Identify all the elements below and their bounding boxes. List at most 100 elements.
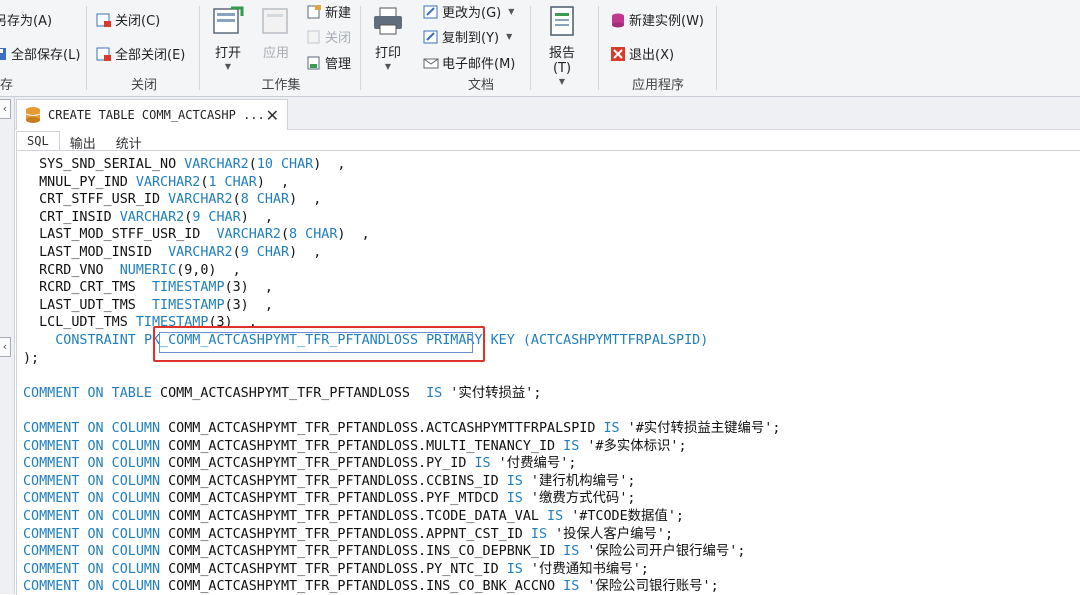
open-label: 打开	[214, 46, 241, 61]
envelope-icon	[423, 58, 439, 68]
editor-subtabs: SQL 输出 统计	[16, 131, 152, 152]
copy-to-label: 复制到(Y)	[442, 31, 500, 46]
sql-text: COMM_ACTCASHPYMT_TFR_PFTANDLOSS.MULTI_TE…	[160, 438, 564, 454]
sql-text: (	[232, 245, 241, 260]
code-line: COMMENT ON COLUMN COMM_ACTCASHPYMT_TFR_P…	[23, 455, 576, 472]
sql-keyword: CONSTRAINT	[55, 333, 136, 348]
sql-keyword: VARCHAR2	[216, 227, 281, 243]
sql-text: '#TCODE数据值';	[563, 509, 684, 524]
report-icon	[550, 6, 574, 36]
sql-text: '保险公司开户银行编号';	[579, 544, 746, 560]
manage-label: 管理	[325, 57, 352, 72]
copy-to-button[interactable]: 复制到(Y) ▼	[423, 27, 512, 46]
chevron-down-icon: ▼	[508, 7, 515, 16]
collapse-panel-button[interactable]: ‹	[0, 99, 11, 119]
sql-keyword: VARCHAR2	[168, 245, 233, 260]
sql-text: COMM_ACTCASHPYMT_TFR_PFTANDLOSS.APPNT_CS…	[160, 526, 531, 542]
sql-text: '#多实体标识';	[579, 438, 687, 454]
close-icon[interactable]: ✕	[266, 106, 279, 125]
sql-keyword: 10 CHAR	[256, 157, 314, 172]
sql-text: COMM_ACTCASHPYMT_TFR_PFTANDLOSS	[152, 385, 427, 401]
new-instance-label: 新建实例(W)	[629, 14, 704, 29]
code-line: COMMENT ON COLUMN COMM_ACTCASHPYMT_TFR_P…	[23, 578, 719, 595]
sql-keyword: IS	[506, 561, 523, 577]
change-to-icon	[423, 5, 438, 18]
print-button[interactable]: 打印 ▼	[366, 4, 410, 71]
sql-keyword: COMMENT ON COLUMN	[23, 491, 161, 507]
sql-keyword: 9 CHAR	[192, 209, 241, 225]
sql-text: '缴费方式代码';	[522, 491, 636, 507]
sql-editor[interactable]: SYS_SND_SERIAL_NO VARCHAR2(10 CHAR) , MN…	[16, 150, 1080, 595]
sql-text: LAST_UDT_TMS	[23, 297, 152, 313]
ribbon-separator	[360, 6, 361, 90]
email-button[interactable]: 电子邮件(M)	[423, 53, 515, 72]
document-tab[interactable]: CREATE TABLE COMM_ACTCASHP ... ✕	[16, 99, 288, 130]
sql-text: '实付转损益';	[442, 385, 542, 401]
sql-text: ) ,	[313, 157, 346, 172]
tab-output[interactable]: 输出	[60, 131, 106, 152]
exit-button[interactable]: 退出(X)	[610, 44, 674, 63]
tab-statistics[interactable]: 统计	[106, 131, 152, 152]
chevron-down-icon: ▼	[506, 32, 513, 41]
close-workset-button[interactable]: 关闭	[306, 27, 351, 46]
code-line: COMMENT ON COLUMN COMM_ACTCASHPYMT_TFR_P…	[23, 490, 635, 507]
sql-keyword: IS	[563, 579, 580, 595]
ribbon-separator	[86, 6, 87, 90]
sql-text: (	[248, 157, 257, 172]
apply-workset-icon	[262, 8, 288, 34]
sql-keyword: COMMENT ON COLUMN	[23, 526, 161, 542]
left-side-panel: ‹ ‹	[0, 97, 15, 594]
ribbon-toolbar: 另存为(A) 全部保存(L) 存 关闭(C) 全部关闭(E) 关闭 打开 ▼ 应…	[0, 0, 1080, 97]
sql-keyword: 8 CHAR	[289, 227, 338, 243]
apply-button[interactable]: 应用	[254, 4, 298, 61]
chevron-down-icon: ▼	[558, 77, 566, 86]
close-button[interactable]: 关闭(C)	[96, 10, 160, 29]
sql-text: SYS_SND_SERIAL_NO	[23, 157, 185, 172]
sql-keyword: IS	[563, 544, 580, 560]
code-line: COMMENT ON COLUMN COMM_ACTCASHPYMT_TFR_P…	[23, 508, 684, 525]
code-line: RCRD_VNO NUMERIC(9,0) ,	[23, 262, 241, 279]
change-to-label: 更改为(G)	[442, 6, 502, 21]
print-label: 打印	[374, 46, 401, 61]
manage-icon	[307, 56, 320, 69]
sql-keyword: COMMENT ON COLUMN	[23, 438, 161, 454]
new-workset-button[interactable]: 新建	[306, 2, 351, 21]
sql-keyword: IS	[506, 491, 523, 507]
group-close-label: 关闭	[130, 78, 157, 93]
sql-text: CRT_STFF_USR_ID	[23, 192, 169, 208]
manage-workset-button[interactable]: 管理	[306, 53, 351, 72]
group-workset-label: 工作集	[261, 78, 301, 93]
close-all-button[interactable]: 全部关闭(E)	[96, 44, 185, 63]
exit-label: 退出(X)	[629, 48, 675, 63]
sql-keyword: COMMENT ON COLUMN	[23, 544, 161, 560]
sql-keyword: IS	[474, 456, 491, 472]
code-line: CRT_STFF_USR_ID VARCHAR2(8 CHAR) ,	[23, 191, 321, 208]
close-label: 关闭(C)	[115, 14, 161, 29]
sql-text: ) ,	[289, 245, 322, 260]
sql-keyword: VARCHAR2	[168, 192, 233, 208]
sql-text: );	[23, 350, 40, 366]
open-workset-icon	[213, 6, 244, 34]
expand-panel-button[interactable]: ‹	[0, 337, 11, 357]
save-all-button[interactable]: 全部保存(L)	[0, 44, 80, 63]
new-instance-button[interactable]: 新建实例(W)	[610, 10, 704, 29]
code-line: COMMENT ON COLUMN COMM_ACTCASHPYMT_TFR_P…	[23, 561, 649, 578]
tab-sql[interactable]: SQL	[16, 131, 60, 151]
sql-text: ) ,	[256, 174, 290, 190]
sql-text: '建行机构编号';	[522, 473, 636, 489]
sql-text: (3) ,	[224, 280, 273, 296]
sql-text: LAST_MOD_INSID	[23, 245, 169, 260]
open-button[interactable]: 打开 ▼	[206, 4, 250, 71]
save-all-icon	[0, 47, 6, 60]
email-label: 电子邮件(M)	[442, 57, 516, 72]
change-to-button[interactable]: 更改为(G) ▼	[423, 2, 514, 21]
sql-keyword: IS	[547, 509, 564, 524]
sql-keyword: NUMERIC	[119, 262, 177, 278]
report-button[interactable]: 报告(T) ▼	[540, 4, 584, 86]
code-line: SYS_SND_SERIAL_NO VARCHAR2(10 CHAR) ,	[23, 156, 346, 173]
ribbon-separator	[598, 6, 599, 90]
save-as-button[interactable]: 另存为(A)	[0, 10, 52, 29]
sql-keyword: TIMESTAMP	[152, 297, 225, 313]
sql-keyword: TIMESTAMP	[152, 280, 225, 296]
